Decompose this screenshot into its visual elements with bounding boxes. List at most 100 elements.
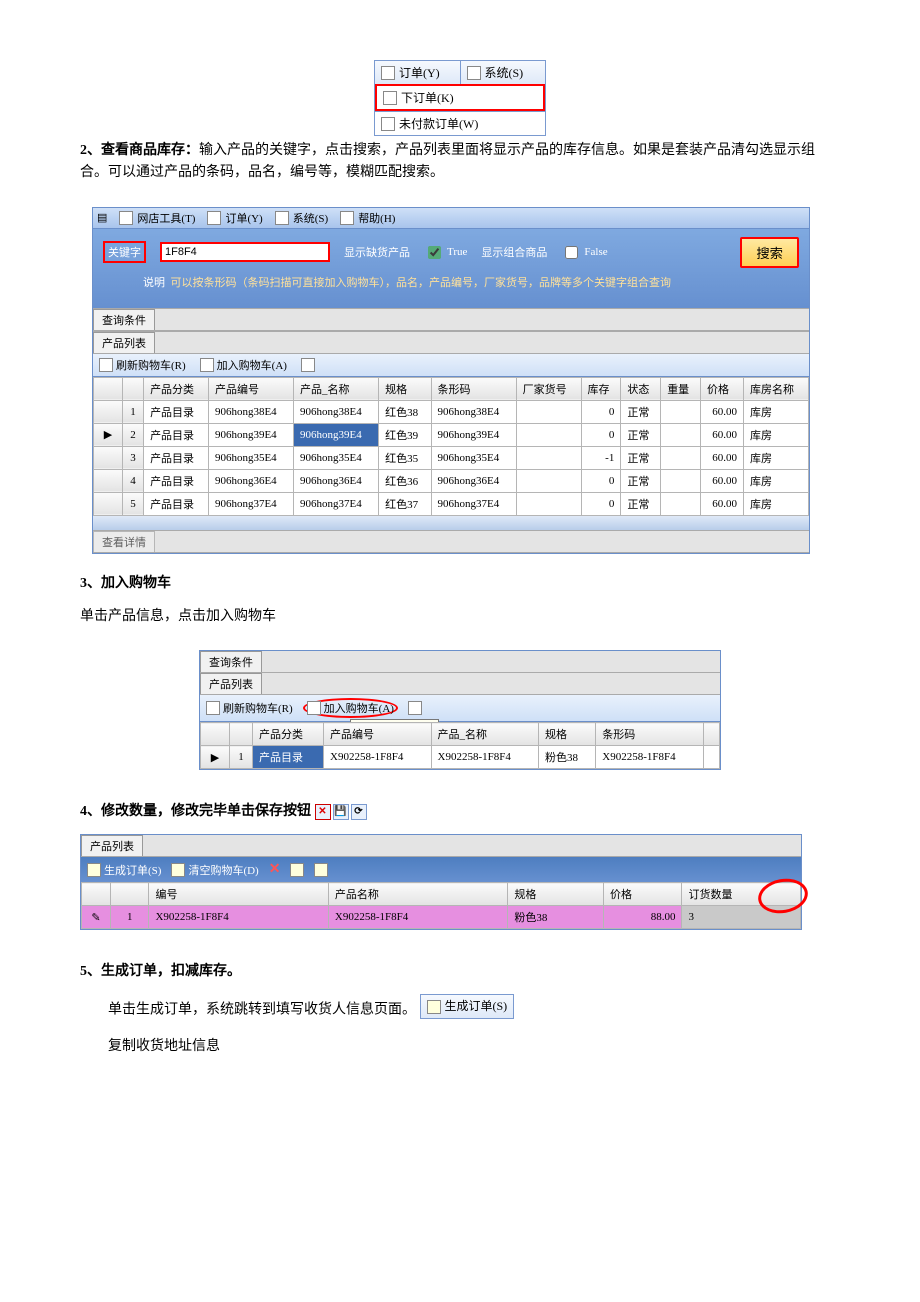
menu-help[interactable]: 帮助(H): [340, 210, 395, 226]
grid-header[interactable]: 价格: [701, 377, 744, 400]
table-row[interactable]: 3产品目录906hong35E4906hong35E4红色35906hong35…: [94, 446, 809, 469]
show-shortage-label: 显示缺货产品: [344, 244, 410, 260]
refresh-icon: [206, 701, 220, 715]
misc-button[interactable]: [301, 357, 315, 373]
tab-product-list-2[interactable]: 产品列表: [200, 673, 262, 694]
save-icon[interactable]: 💾: [333, 804, 349, 820]
refresh-icon: [99, 358, 113, 372]
grid-header[interactable]: 规格: [539, 723, 596, 746]
tab-product-list[interactable]: 产品列表: [93, 332, 155, 353]
product-grid-2[interactable]: 产品分类产品编号产品_名称规格条形码 ▶1产品目录X902258-1F8F4X9…: [200, 722, 720, 769]
sec4-title: 4、修改数量，修改完毕单击保存按钮: [80, 804, 311, 819]
refresh-cart-button[interactable]: 刷新购物车(R): [99, 357, 186, 373]
grid-header[interactable]: 产品分类: [253, 723, 324, 746]
grid-header[interactable]: [94, 377, 123, 400]
menuicon: ▤: [97, 211, 107, 224]
refresh-icon-2[interactable]: [314, 863, 328, 877]
hint-label: 说明: [143, 277, 165, 289]
grid-header[interactable]: 产品分类: [144, 377, 209, 400]
add-cart-icon: [200, 358, 214, 372]
generate-order-inline-button[interactable]: 生成订单(S): [420, 994, 515, 1019]
menu-order[interactable]: 订单(Y): [375, 61, 461, 84]
misc-button-2[interactable]: [408, 698, 422, 718]
grid-header[interactable]: 订货数量: [682, 883, 801, 906]
save-icon-2[interactable]: [290, 863, 304, 877]
grid-header[interactable]: 条形码: [431, 377, 516, 400]
table-row[interactable]: 1产品目录906hong38E4906hong38E4红色38906hong38…: [94, 400, 809, 423]
grid-header[interactable]: 产品编号: [324, 723, 432, 746]
show-combo-checkbox[interactable]: [565, 246, 578, 259]
grid-header[interactable]: 价格: [604, 883, 682, 906]
search-bar: 关键字 显示缺货产品 True 显示组合商品 False 搜索 说明 可以按条形…: [93, 229, 809, 308]
grid-header[interactable]: [201, 723, 230, 746]
grid-header[interactable]: [111, 883, 149, 906]
search-button[interactable]: 搜索: [740, 237, 799, 268]
show-combo-value: False: [584, 246, 607, 258]
refresh-cart-button-2[interactable]: 刷新购物车(R): [206, 698, 293, 718]
shop-icon: [119, 211, 133, 225]
sec5-text2: 复制收货地址信息: [80, 1036, 840, 1058]
grid-header[interactable]: 重量: [661, 377, 701, 400]
add-cart-icon: [307, 701, 321, 715]
sec2-title: 2、查看商品库存：: [80, 143, 199, 158]
panel1-menubar: ▤ 网店工具(T) 订单(Y) 系统(S) 帮助(H): [93, 208, 809, 229]
menuitem-place-order[interactable]: 下订单(K): [377, 86, 543, 109]
grid-header[interactable]: 条形码: [596, 723, 704, 746]
refresh-icon[interactable]: ⟳: [351, 804, 367, 820]
order-icon: [207, 211, 221, 225]
unpaid-order-icon: [381, 117, 395, 131]
hscrollbar[interactable]: [93, 516, 809, 530]
grid-header[interactable]: 状态: [621, 377, 661, 400]
tab-query-2[interactable]: 查询条件: [200, 651, 262, 672]
clear-cart-button[interactable]: 清空购物车(D): [171, 862, 258, 878]
clear-cart-icon: [171, 863, 185, 877]
grid-header[interactable]: 编号: [149, 883, 328, 906]
add-to-cart-button-2[interactable]: 加入购物车(A): [303, 698, 398, 718]
menu-system[interactable]: 系统(S): [275, 210, 328, 226]
cancel-icon[interactable]: ✕: [315, 804, 331, 820]
grid-header[interactable]: [703, 723, 719, 746]
place-order-icon: [383, 91, 397, 105]
table-row[interactable]: ▶2产品目录906hong39E4906hong39E4红色39906hong3…: [94, 423, 809, 446]
cart-grid[interactable]: 编号产品名称规格价格订货数量 ✎1X902258-1F8F4X902258-1F…: [81, 882, 801, 929]
table-row[interactable]: 5产品目录906hong37E4906hong37E4红色37906hong37…: [94, 492, 809, 515]
grid-header[interactable]: 规格: [379, 377, 431, 400]
add-to-cart-panel: 查询条件 产品列表 刷新购物车(R) 加入购物车(A) 加入购物车(&A) 产品…: [199, 650, 721, 770]
grid-header[interactable]: 产品编号: [208, 377, 293, 400]
table-row[interactable]: ✎1X902258-1F8F4X902258-1F8F4粉色3888.003: [82, 906, 801, 929]
table-row[interactable]: ▶1产品目录X902258-1F8F4X902258-1F8F4粉色38X902…: [201, 746, 720, 769]
grid-header[interactable]: 厂家货号: [516, 377, 581, 400]
show-shortage-checkbox[interactable]: [428, 246, 441, 259]
keyword-input[interactable]: [160, 242, 330, 262]
tab-partial[interactable]: 查看详情: [93, 531, 155, 552]
sec5-text: 单击生成订单，系统跳转到填写收货人信息页面。: [108, 1003, 416, 1018]
order-icon: [381, 66, 395, 80]
product-search-panel: ▤ 网店工具(T) 订单(Y) 系统(S) 帮助(H) 关键字 显示缺货产品 T…: [92, 207, 810, 554]
add-to-cart-button[interactable]: 加入购物车(A): [200, 357, 287, 373]
system-icon: [275, 211, 289, 225]
product-grid[interactable]: 产品分类产品编号产品_名称规格条形码厂家货号库存状态重量价格库房名称 1产品目录…: [93, 377, 809, 516]
menu-order[interactable]: 订单(Y): [207, 210, 262, 226]
misc-icon: [408, 701, 422, 715]
grid-header[interactable]: 产品_名称: [294, 377, 379, 400]
sec5-title: 5、生成订单，扣减库存。: [80, 960, 840, 980]
grid-header[interactable]: 库存: [581, 377, 621, 400]
delete-icon[interactable]: ✕: [269, 861, 281, 878]
tab-query[interactable]: 查询条件: [93, 309, 155, 330]
grid-header[interactable]: 库房名称: [744, 377, 809, 400]
grid-header[interactable]: 规格: [508, 883, 604, 906]
order-dropdown-menu: 订单(Y) 系统(S) 下订单(K) 未付款订单(W): [374, 60, 546, 136]
generate-order-button[interactable]: 生成订单(S): [87, 862, 161, 878]
grid-header[interactable]: [82, 883, 111, 906]
menuitem-unpaid-order[interactable]: 未付款订单(W): [375, 112, 545, 135]
grid-header[interactable]: [123, 377, 144, 400]
menu-shop-tool[interactable]: 网店工具(T): [119, 210, 195, 226]
grid-header[interactable]: 产品_名称: [431, 723, 539, 746]
grid-header[interactable]: 产品名称: [328, 883, 507, 906]
grid-header[interactable]: [230, 723, 253, 746]
tab-product-list-3[interactable]: 产品列表: [81, 835, 143, 856]
save-icon: [290, 863, 304, 877]
sec3-title: 3、加入购物车: [80, 572, 840, 592]
menu-system[interactable]: 系统(S): [461, 61, 546, 84]
table-row[interactable]: 4产品目录906hong36E4906hong36E4红色36906hong36…: [94, 469, 809, 492]
